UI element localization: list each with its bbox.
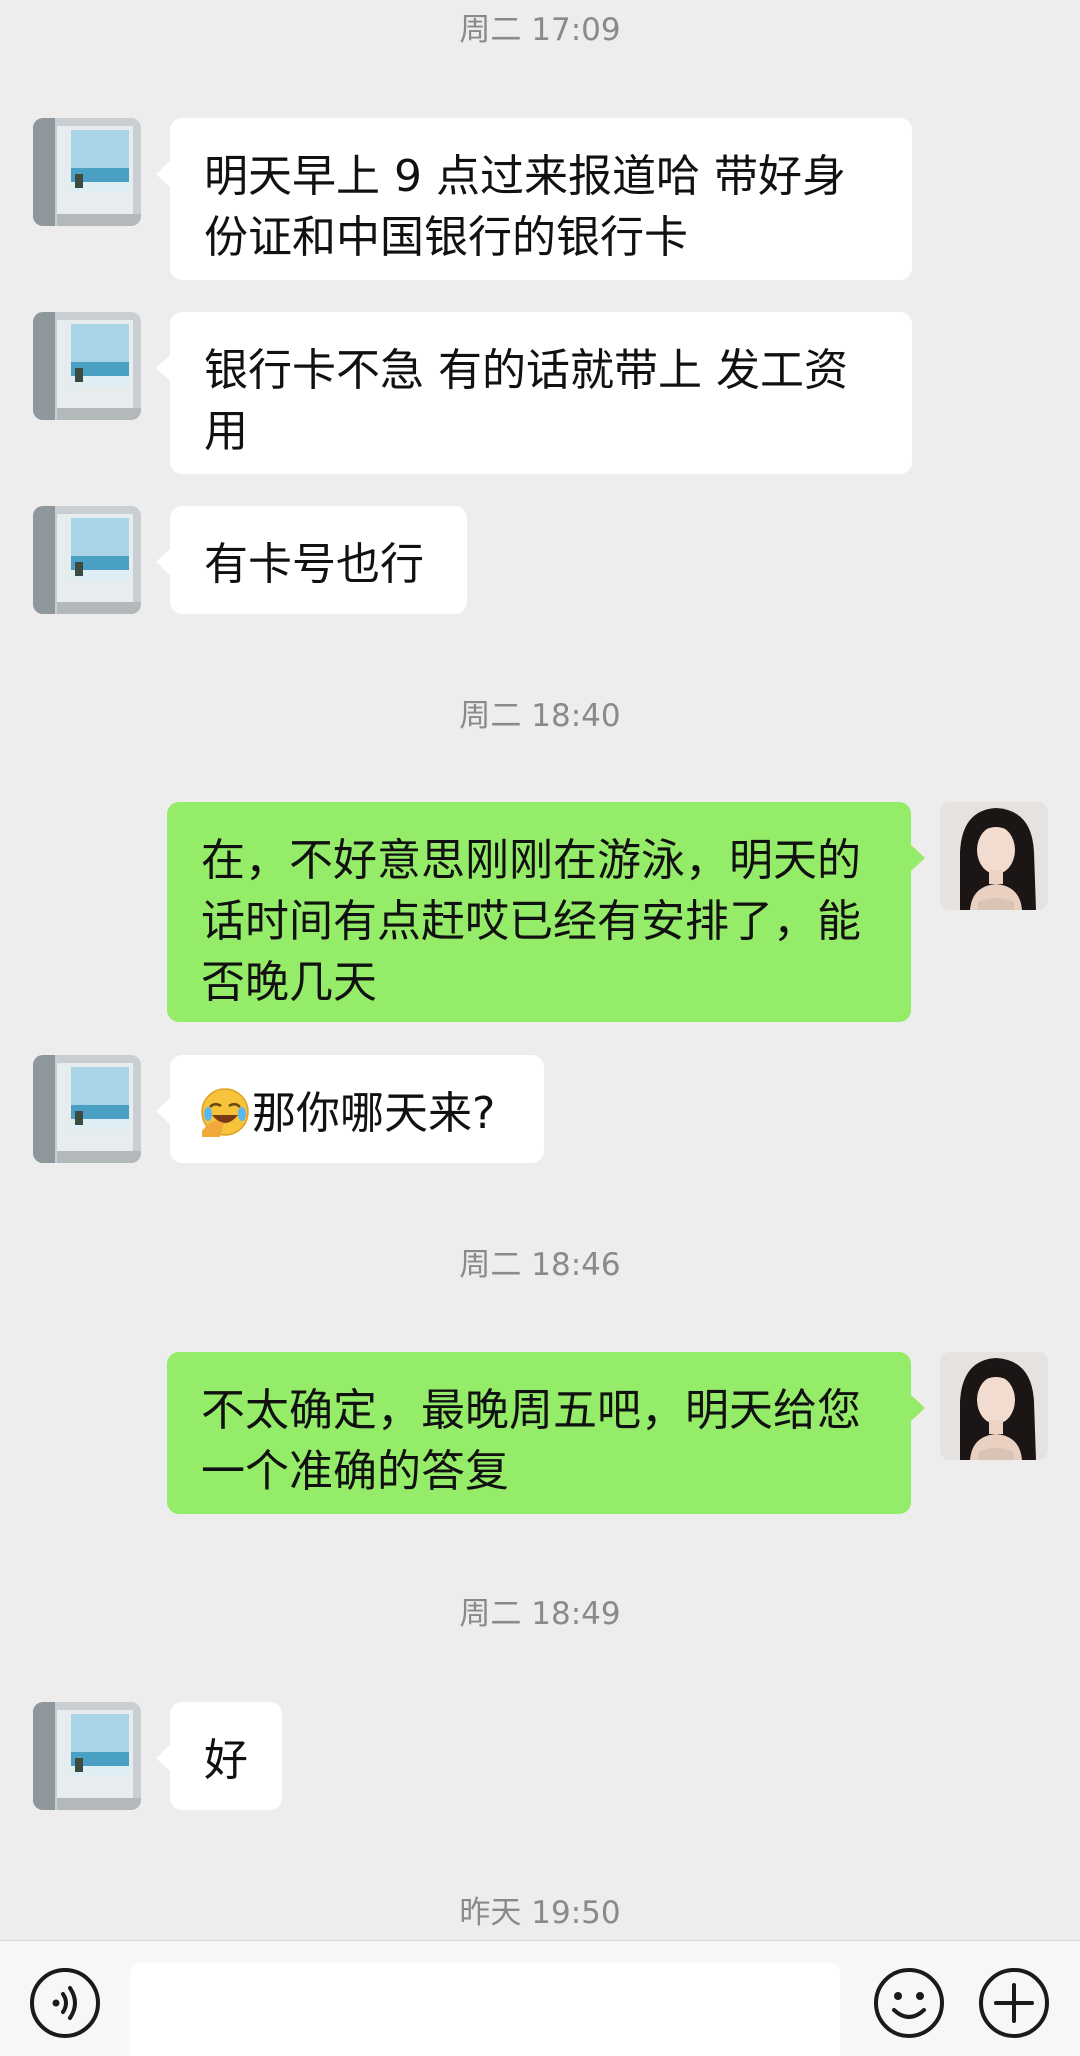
- facepalm-laugh-emoji-icon: [201, 1088, 249, 1137]
- chat-area[interactable]: 周二 17:09 明天早上 9 点过来报道哈 带好身份证和中国银行的银行卡 银行…: [0, 0, 1080, 1940]
- timestamp: 周二 18:40: [459, 698, 621, 734]
- timestamp: 昨天 19:50: [459, 1895, 621, 1931]
- outgoing-message[interactable]: 在，不好意思刚刚在游泳，明天的话时间有点赶哎已经有安排了，能否晚几天: [167, 802, 925, 1022]
- contact-avatar[interactable]: [33, 1055, 141, 1163]
- voice-icon[interactable]: [28, 1966, 102, 2040]
- incoming-message[interactable]: 有卡号也行: [156, 506, 467, 614]
- outgoing-message[interactable]: 不太确定，最晚周五吧，明天给您一个准确的答复: [167, 1352, 925, 1514]
- message-text: 那你哪天来?: [252, 1088, 496, 1139]
- timestamp: 周二 17:09: [459, 12, 621, 48]
- user-avatar[interactable]: [940, 802, 1048, 910]
- user-avatar[interactable]: [940, 1352, 1048, 1460]
- timestamp: 周二 18:49: [459, 1596, 621, 1632]
- contact-avatar[interactable]: [33, 118, 141, 226]
- incoming-message[interactable]: 明天早上 9 点过来报道哈 带好身份证和中国银行的银行卡: [156, 118, 912, 280]
- input-toolbar: [0, 1940, 1080, 2056]
- contact-avatar[interactable]: [33, 1702, 141, 1810]
- emoji-icon[interactable]: [872, 1966, 946, 2040]
- timestamp: 周二 18:46: [459, 1247, 621, 1283]
- message-input[interactable]: [130, 1963, 840, 2056]
- contact-avatar[interactable]: [33, 312, 141, 420]
- incoming-message[interactable]: 那你哪天来?: [156, 1055, 544, 1163]
- contact-avatar[interactable]: [33, 506, 141, 614]
- incoming-message[interactable]: 银行卡不急 有的话就带上 发工资用: [156, 312, 912, 474]
- plus-icon[interactable]: [977, 1966, 1051, 2040]
- incoming-message[interactable]: 好: [156, 1702, 282, 1810]
